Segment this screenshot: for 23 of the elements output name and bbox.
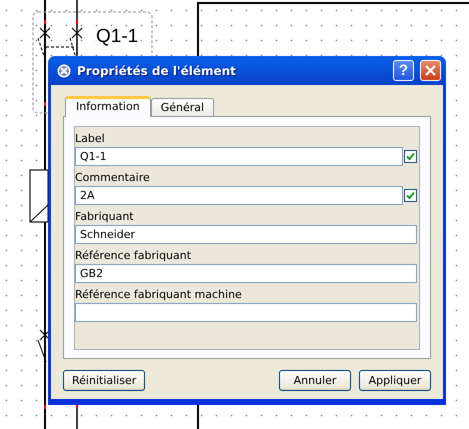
reset-button[interactable]: Réinitialiser [63, 370, 146, 391]
text-field[interactable]: Schneider [75, 225, 417, 244]
component-label: Q1-1 [96, 27, 138, 46]
help-button[interactable]: ? [393, 60, 414, 81]
text-field[interactable]: Q1-1 [75, 147, 403, 166]
tab[interactable]: Information [65, 96, 151, 117]
field-label: Fabriquant [75, 209, 135, 225]
text-field[interactable] [75, 303, 417, 322]
element-icon [57, 64, 71, 78]
field-label: Référence fabriquant machine [75, 287, 243, 303]
tab[interactable]: Général [150, 98, 214, 116]
text-field[interactable]: GB2 [75, 264, 417, 283]
checkbox[interactable] [404, 150, 417, 163]
field-label: Référence fabriquant [75, 248, 192, 264]
checkbox[interactable] [404, 189, 417, 202]
field-label: Commentaire [75, 170, 151, 186]
close-button[interactable] [420, 60, 441, 81]
text-field[interactable]: 2A [75, 186, 403, 205]
field-label: Label [75, 131, 106, 147]
window-title: Propriétés de l'élément [77, 64, 237, 78]
close-icon [425, 65, 436, 76]
cancel-button[interactable]: Annuler [279, 370, 351, 391]
apply-button[interactable]: Appliquer [359, 370, 431, 391]
